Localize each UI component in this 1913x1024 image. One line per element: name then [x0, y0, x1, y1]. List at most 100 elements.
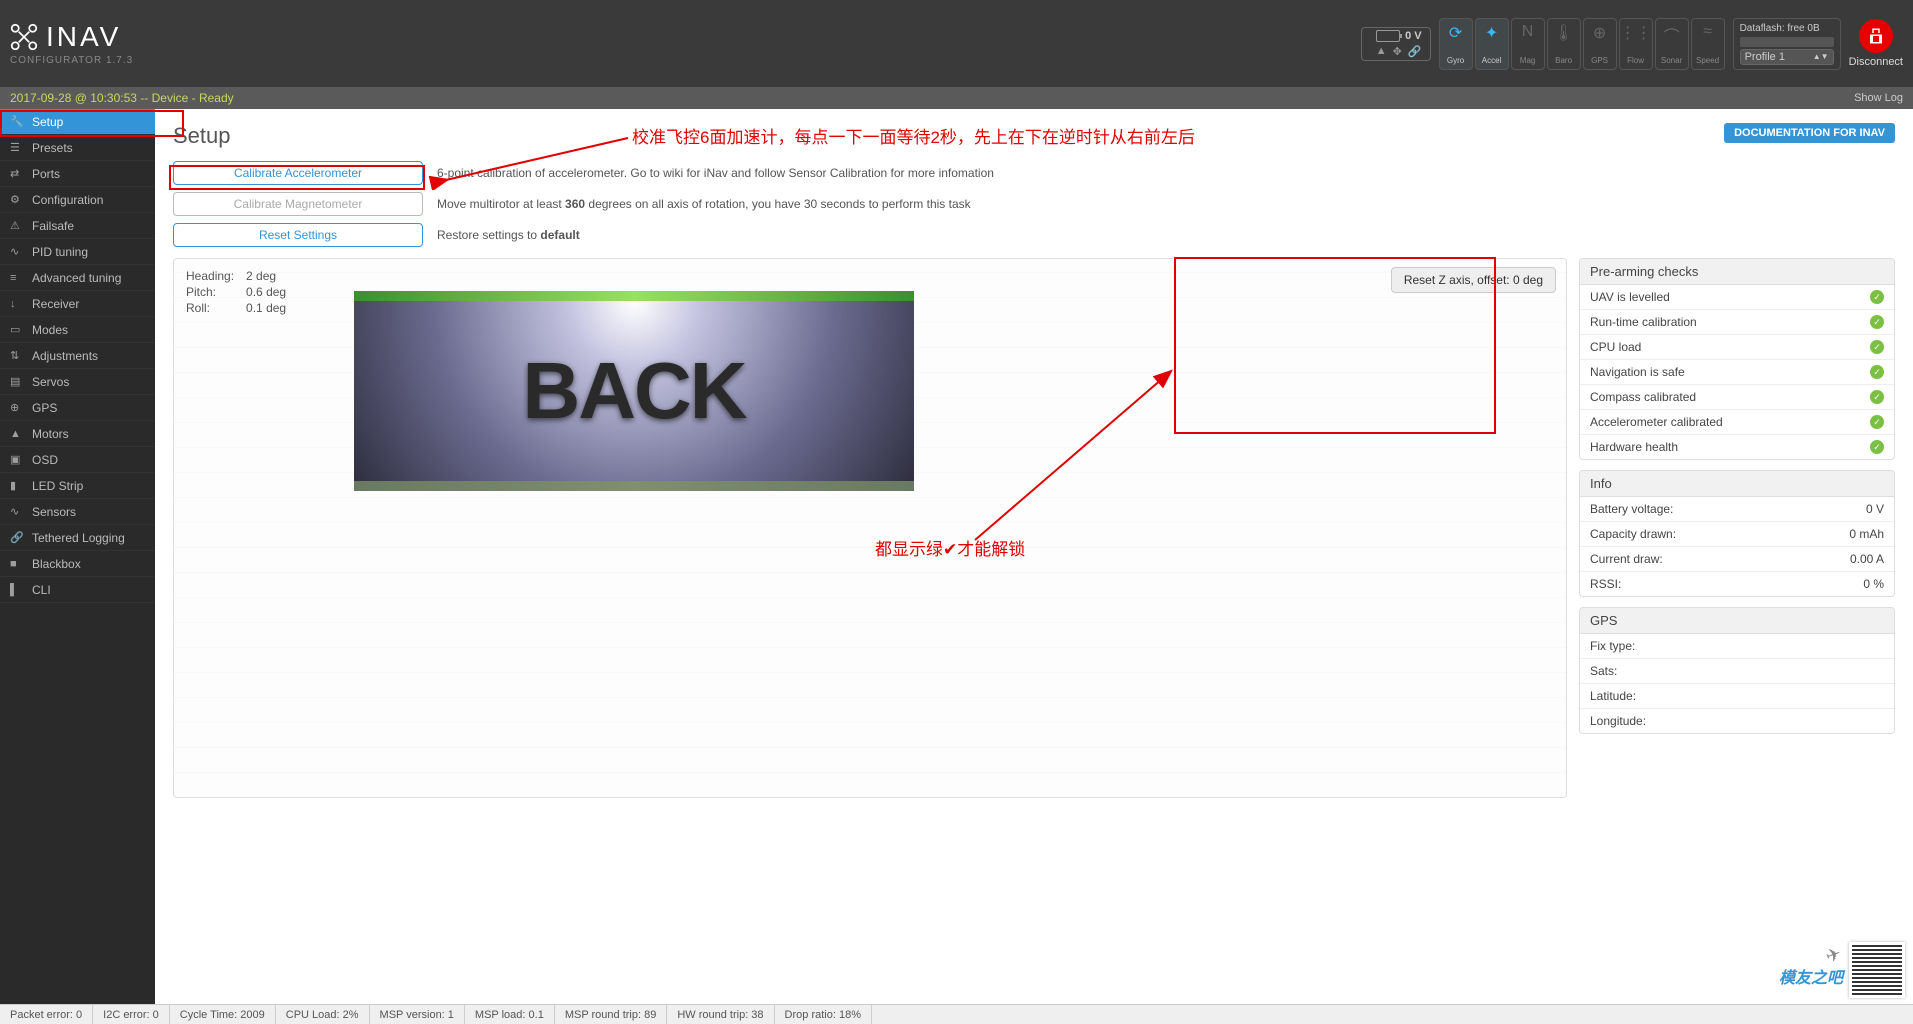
sidebar-icon: ⇄: [10, 167, 24, 180]
dataflash-label: Dataflash: free 0B: [1740, 23, 1834, 34]
footer-cell: MSP load: 0.1: [465, 1005, 555, 1024]
sidebar-item-receiver[interactable]: ↓Receiver: [0, 291, 155, 317]
prearm-check-row: Run-time calibration ✓: [1580, 310, 1894, 335]
calibrate-accelerometer-desc: 6-point calibration of accelerometer. Go…: [437, 166, 994, 180]
sidebar-item-presets[interactable]: ☰ Presets: [0, 135, 155, 161]
sidebar-item-adjustments[interactable]: ⇅Adjustments: [0, 343, 155, 369]
qr-code-icon: [1849, 942, 1905, 998]
sidebar-item-advanced-tuning[interactable]: ≡Advanced tuning: [0, 265, 155, 291]
sidebar-icon: ≡: [10, 272, 24, 284]
disconnect-icon: [1859, 19, 1893, 53]
caret-icon: ▲▼: [1813, 52, 1829, 61]
profile-selector[interactable]: Profile 1 ▲▼: [1740, 49, 1834, 65]
configurator-version: CONFIGURATOR 1.7.3: [10, 55, 133, 66]
sidebar-item-label: Motors: [32, 427, 69, 441]
sensor-badge-sonar: ⌒Sonar: [1655, 18, 1689, 70]
sidebar-item-label: Servos: [32, 375, 69, 389]
check-label: CPU load: [1590, 340, 1641, 354]
sidebar-item-cli[interactable]: ▌CLI: [0, 577, 155, 603]
sidebar-item-label: Setup: [32, 115, 63, 129]
sidebar-item-motors[interactable]: ▲Motors: [0, 421, 155, 447]
sidebar-item-ports[interactable]: ⇄Ports: [0, 161, 155, 187]
dataflash-bar: [1740, 37, 1834, 47]
baro-icon: 🌡: [1553, 23, 1573, 43]
sidebar-item-osd[interactable]: ▣ OSD: [0, 447, 155, 473]
footer-cell: CPU Load: 2%: [276, 1005, 370, 1024]
sidebar-item-sensors[interactable]: ∿ Sensors: [0, 499, 155, 525]
check-ok-icon: ✓: [1870, 440, 1884, 454]
sidebar-item-tethered-logging[interactable]: 🔗Tethered Logging: [0, 525, 155, 551]
info-row: Capacity drawn:0 mAh: [1580, 522, 1894, 547]
gps-row: Sats:: [1580, 659, 1894, 684]
sidebar-item-label: Sensors: [32, 505, 76, 519]
sidebar-icon: ▤: [10, 375, 24, 388]
sidebar-icon: ∿: [10, 505, 24, 518]
info-panel: Info Battery voltage:0 VCapacity drawn:0…: [1579, 470, 1895, 597]
calibrate-magnetometer-desc: Move multirotor at least 360 degrees on …: [437, 197, 971, 211]
calibrate-accelerometer-button[interactable]: Calibrate Accelerometer: [173, 161, 423, 185]
disconnect-button[interactable]: Disconnect: [1849, 19, 1903, 68]
sidebar-icon: ▣: [10, 453, 24, 466]
check-ok-icon: ✓: [1870, 390, 1884, 404]
sidebar-item-label: PID tuning: [32, 245, 88, 259]
sensor-badge-gps: ⊕GPS: [1583, 18, 1617, 70]
accel-icon: ✦: [1485, 23, 1498, 43]
inav-logo-icon: [10, 23, 38, 51]
sidebar-item-label: Modes: [32, 323, 68, 337]
sidebar-item-pid-tuning[interactable]: ∿ PID tuning: [0, 239, 155, 265]
sidebar-icon: ⚠: [10, 219, 24, 232]
prearm-check-row: Hardware health✓: [1580, 435, 1894, 459]
dataflash-panel: Dataflash: free 0B Profile 1 ▲▼: [1733, 18, 1841, 70]
model-back-text: BACK: [522, 345, 745, 437]
show-log-link[interactable]: Show Log: [1854, 92, 1903, 104]
battery-indicator: 0 V ▲ ✥ 🔗: [1361, 27, 1431, 61]
check-ok-icon: ✓: [1870, 340, 1884, 354]
sidebar-item-blackbox[interactable]: ■Blackbox: [0, 551, 155, 577]
reset-z-axis-button[interactable]: Reset Z axis, offset: 0 deg: [1391, 267, 1556, 293]
check-ok-icon: ✓: [1870, 415, 1884, 429]
footer-cell: Packet error: 0: [0, 1005, 93, 1024]
check-label: Compass calibrated: [1590, 390, 1696, 404]
profile-label: Profile 1: [1745, 51, 1785, 63]
sidebar-item-modes[interactable]: ▭Modes: [0, 317, 155, 343]
check-label: UAV is levelled: [1590, 290, 1670, 304]
footer-status-bar: Packet error: 0I2C error: 0Cycle Time: 2…: [0, 1004, 1913, 1024]
documentation-link[interactable]: DOCUMENTATION FOR INAV: [1724, 123, 1895, 143]
sidebar-item-label: LED Strip: [32, 479, 83, 493]
info-row: Battery voltage:0 V: [1580, 497, 1894, 522]
sidebar-item-failsafe[interactable]: ⚠Failsafe: [0, 213, 155, 239]
sidebar-icon: ☰: [10, 141, 24, 154]
battery-icon: [1376, 30, 1400, 42]
sensor-badge-flow: ⋮⋮Flow: [1619, 18, 1653, 70]
check-label: Run-time calibration: [1590, 315, 1697, 329]
sidebar-icon: ∿: [10, 245, 24, 258]
sidebar-item-label: GPS: [32, 401, 57, 415]
check-ok-icon: ✓: [1870, 315, 1884, 329]
footer-cell: Cycle Time: 2009: [170, 1005, 276, 1024]
reset-settings-button[interactable]: Reset Settings: [173, 223, 423, 247]
mag-icon: N: [1522, 23, 1534, 41]
gps-panel: GPS Fix type:Sats:Latitude:Longitude:: [1579, 607, 1895, 734]
model-3d-view[interactable]: BACK: [354, 291, 914, 483]
sidebar-icon: ■: [10, 558, 24, 570]
sidebar-icon: ⚙: [10, 193, 24, 206]
sensor-badges: ⟳Gyro✦AccelNMag🌡Baro⊕GPS⋮⋮Flow⌒Sonar≈Spe…: [1439, 18, 1725, 70]
sidebar-item-label: OSD: [32, 453, 58, 467]
sidebar-item-led-strip[interactable]: ▮LED Strip: [0, 473, 155, 499]
sidebar-item-setup[interactable]: 🔧Setup: [0, 109, 155, 135]
check-ok-icon: ✓: [1870, 290, 1884, 304]
sonar-icon: ⌒: [1664, 23, 1680, 47]
model-view-panel: Heading:2 deg Pitch:0.6 deg Roll:0.1 deg…: [173, 258, 1567, 798]
sidebar-icon: ↓: [10, 298, 24, 310]
sidebar-item-configuration[interactable]: ⚙Configuration: [0, 187, 155, 213]
speed-icon: ≈: [1703, 23, 1712, 41]
sidebar-icon: 🔗: [10, 531, 24, 544]
sidebar-item-servos[interactable]: ▤ Servos: [0, 369, 155, 395]
main-panel: Setup DOCUMENTATION FOR INAV Calibrate A…: [155, 109, 1913, 1004]
prearm-check-row: Accelerometer calibrated✓: [1580, 410, 1894, 435]
prearm-check-row: Compass calibrated ✓: [1580, 385, 1894, 410]
sidebar-item-gps[interactable]: ⊕GPS: [0, 395, 155, 421]
sidebar-item-label: Presets: [32, 141, 73, 155]
attitude-readout: Heading:2 deg Pitch:0.6 deg Roll:0.1 deg: [184, 267, 288, 317]
sensor-badge-mag: NMag: [1511, 18, 1545, 70]
